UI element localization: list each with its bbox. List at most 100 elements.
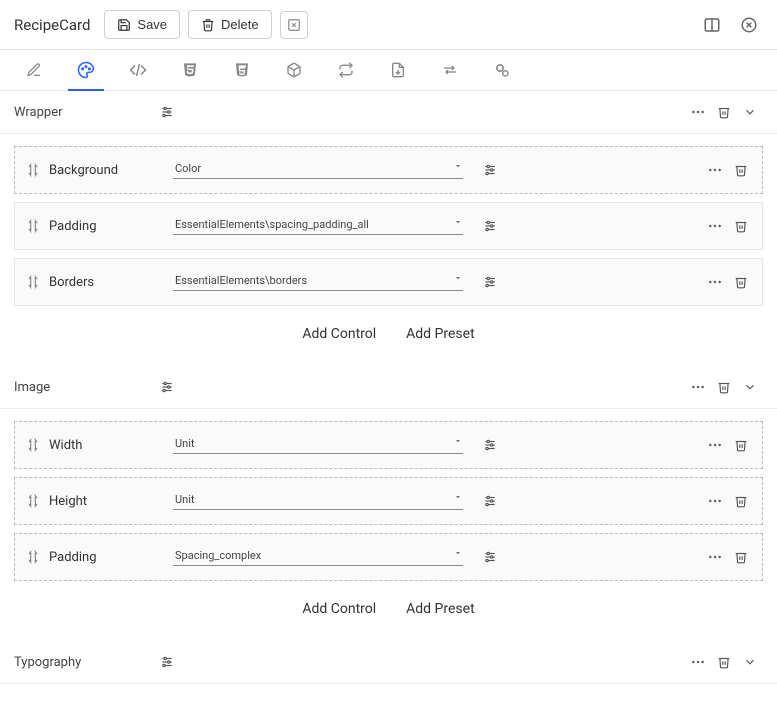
control-type-select[interactable]: Unit	[173, 492, 463, 510]
tab-css3[interactable]	[216, 50, 268, 90]
section-collapse-button[interactable]	[737, 649, 763, 675]
control-settings-button[interactable]	[477, 213, 503, 239]
control-type-select[interactable]: Spacing_complex	[173, 548, 463, 566]
control-delete-button[interactable]	[728, 213, 754, 239]
control-delete-button[interactable]	[728, 269, 754, 295]
section-header: Typography	[0, 641, 777, 684]
control-more-button[interactable]	[702, 157, 728, 183]
control-delete-button[interactable]	[728, 544, 754, 570]
control-more-button[interactable]	[702, 213, 728, 239]
save-label: Save	[137, 17, 167, 32]
tab-palette[interactable]	[60, 50, 112, 90]
section-body: BackgroundColorPaddingEssentialElements\…	[0, 134, 777, 366]
chevron-down-icon	[453, 217, 463, 227]
control-row: BordersEssentialElements\borders	[14, 258, 763, 306]
chevron-down-icon	[453, 492, 463, 502]
trash-icon	[201, 18, 215, 32]
tab-settings[interactable]	[476, 50, 528, 90]
section-collapse-button[interactable]	[737, 99, 763, 125]
control-row: HeightUnit	[14, 477, 763, 525]
section-title: Typography	[14, 655, 154, 670]
section-more-button[interactable]	[685, 374, 711, 400]
drag-handle-icon[interactable]	[23, 550, 43, 564]
panel-toggle-button[interactable]	[698, 11, 726, 39]
cancel-button[interactable]	[280, 11, 308, 39]
control-settings-button[interactable]	[477, 269, 503, 295]
header-right	[692, 11, 763, 39]
drag-handle-icon[interactable]	[23, 275, 43, 289]
tab-swap[interactable]	[320, 50, 372, 90]
control-label: Background	[43, 163, 173, 178]
control-type-select[interactable]: Color	[173, 161, 463, 179]
control-label: Height	[43, 494, 173, 509]
section-body: WidthUnitHeightUnitPaddingSpacing_comple…	[0, 409, 777, 641]
control-settings-button[interactable]	[477, 488, 503, 514]
close-button[interactable]	[735, 11, 763, 39]
control-row: BackgroundColor	[14, 146, 763, 194]
tab-transfer[interactable]	[424, 50, 476, 90]
drag-handle-icon[interactable]	[23, 219, 43, 233]
control-label: Borders	[43, 275, 173, 290]
tab-html5[interactable]	[164, 50, 216, 90]
save-icon	[117, 18, 131, 32]
control-settings-button[interactable]	[477, 432, 503, 458]
control-label: Padding	[43, 219, 173, 234]
control-more-button[interactable]	[702, 488, 728, 514]
section-settings-button[interactable]	[154, 649, 180, 675]
drag-handle-icon[interactable]	[23, 494, 43, 508]
chevron-down-icon	[453, 548, 463, 558]
control-type-value: EssentialElements\borders	[175, 274, 307, 287]
delete-label: Delete	[221, 17, 259, 32]
section-title: Image	[14, 380, 154, 395]
section-more-button[interactable]	[685, 649, 711, 675]
control-delete-button[interactable]	[728, 432, 754, 458]
control-type-select[interactable]: EssentialElements\borders	[173, 273, 463, 291]
header-bar: RecipeCard Save Delete	[0, 0, 777, 50]
control-settings-button[interactable]	[477, 544, 503, 570]
tab-bar	[0, 50, 777, 91]
chevron-down-icon	[453, 436, 463, 446]
section-settings-button[interactable]	[154, 374, 180, 400]
chevron-down-icon	[453, 273, 463, 283]
section-delete-button[interactable]	[711, 99, 737, 125]
section-title: Wrapper	[14, 105, 154, 120]
section-header: Wrapper	[0, 91, 777, 134]
section-collapse-button[interactable]	[737, 374, 763, 400]
add-row: Add Control Add Preset	[14, 314, 763, 362]
section-header: Image	[0, 366, 777, 409]
control-type-select[interactable]: Unit	[173, 436, 463, 454]
control-row: PaddingEssentialElements\spacing_padding…	[14, 202, 763, 250]
control-type-value: Unit	[175, 493, 194, 506]
delete-button[interactable]: Delete	[188, 10, 272, 39]
control-type-value: EssentialElements\spacing_padding_all	[175, 218, 369, 231]
add-preset-button[interactable]: Add Preset	[406, 601, 475, 617]
tab-pencil[interactable]	[8, 50, 60, 90]
control-more-button[interactable]	[702, 269, 728, 295]
add-row: Add Control Add Preset	[14, 589, 763, 637]
tab-code[interactable]	[112, 50, 164, 90]
control-type-value: Unit	[175, 437, 194, 450]
section-settings-button[interactable]	[154, 99, 180, 125]
tab-download[interactable]	[372, 50, 424, 90]
control-type-value: Color	[175, 162, 201, 175]
control-delete-button[interactable]	[728, 488, 754, 514]
control-type-value: Spacing_complex	[175, 549, 261, 562]
control-settings-button[interactable]	[477, 157, 503, 183]
control-label: Padding	[43, 550, 173, 565]
section-delete-button[interactable]	[711, 649, 737, 675]
control-delete-button[interactable]	[728, 157, 754, 183]
section-delete-button[interactable]	[711, 374, 737, 400]
drag-handle-icon[interactable]	[23, 438, 43, 452]
save-button[interactable]: Save	[104, 10, 180, 39]
control-type-select[interactable]: EssentialElements\spacing_padding_all	[173, 217, 463, 235]
section-more-button[interactable]	[685, 99, 711, 125]
control-more-button[interactable]	[702, 432, 728, 458]
add-control-button[interactable]: Add Control	[302, 326, 376, 342]
tab-package[interactable]	[268, 50, 320, 90]
add-preset-button[interactable]: Add Preset	[406, 326, 475, 342]
add-control-button[interactable]: Add Control	[302, 601, 376, 617]
page-title: RecipeCard	[14, 16, 90, 34]
drag-handle-icon[interactable]	[23, 163, 43, 177]
control-more-button[interactable]	[702, 544, 728, 570]
control-row: WidthUnit	[14, 421, 763, 469]
